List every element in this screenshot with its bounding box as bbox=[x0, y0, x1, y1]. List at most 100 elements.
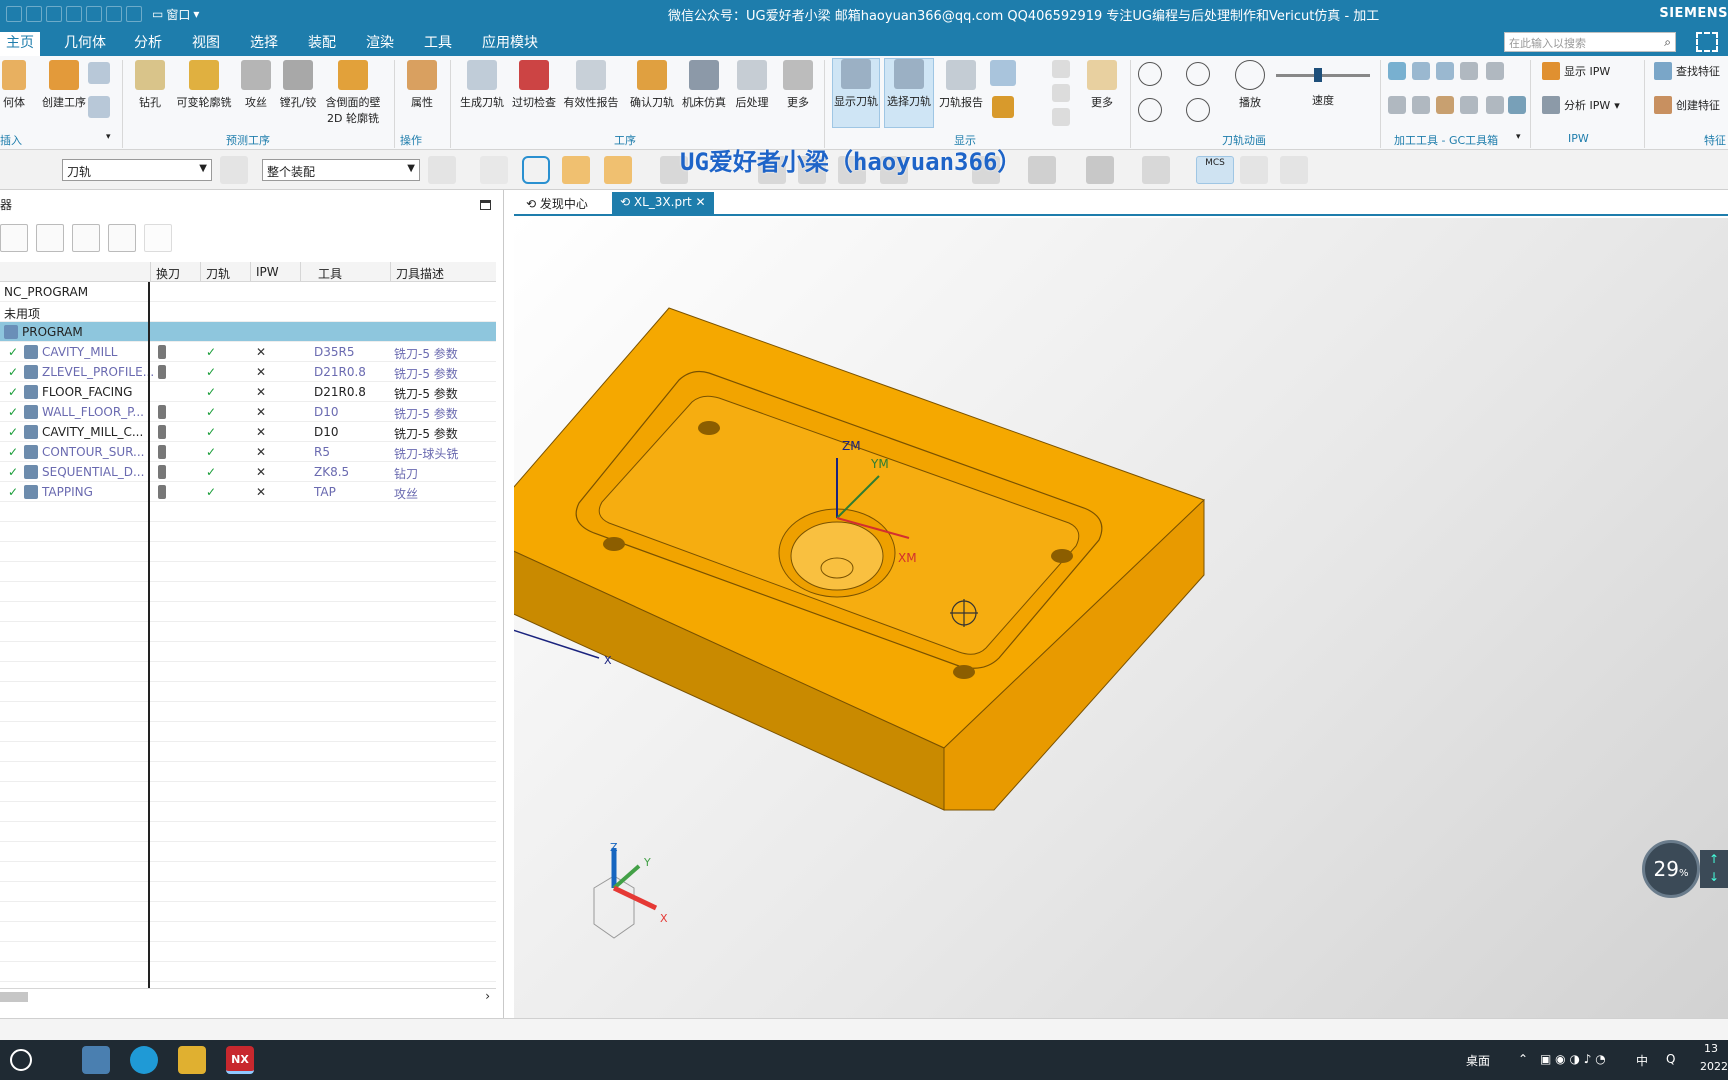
tab-geometry[interactable]: 几何体 bbox=[58, 32, 112, 54]
table-row[interactable]: ✓ CAVITY_MILL_C... ✓ ✕ D10 铣刀-5 参数 bbox=[0, 422, 496, 442]
horizontal-scrollbar[interactable]: › bbox=[0, 988, 496, 1004]
maximize-icon[interactable] bbox=[480, 200, 491, 210]
program-order-view-icon[interactable] bbox=[0, 224, 28, 252]
touch-mode-icon[interactable] bbox=[86, 6, 102, 22]
layer-icon[interactable] bbox=[1052, 84, 1070, 102]
table-row[interactable]: ✓ FLOOR_FACING ✓ ✕ D21R0.8 铣刀-5 参数 bbox=[0, 382, 496, 402]
graphics-viewport[interactable]: ZM YM XM Z X Z Y X bbox=[514, 218, 1728, 1018]
table-row[interactable]: ✓ CAVITY_MILL ✓ ✕ D35R5 铣刀-5 参数 bbox=[0, 342, 496, 362]
hide-object-icon[interactable] bbox=[1280, 156, 1308, 184]
table-row[interactable]: 未用项 bbox=[0, 302, 496, 322]
column-tool-description[interactable]: 刀具描述 bbox=[396, 265, 444, 282]
chevron-right-icon[interactable]: › bbox=[485, 989, 490, 1003]
select-face-icon[interactable] bbox=[604, 156, 632, 184]
speed-slider-handle[interactable] bbox=[1314, 68, 1322, 82]
gc-tool-3-icon[interactable] bbox=[1436, 62, 1454, 80]
filter-funnel-icon[interactable] bbox=[428, 156, 456, 184]
layer-settings-icon[interactable] bbox=[1142, 156, 1170, 184]
column-ipw[interactable]: IPW bbox=[256, 265, 279, 279]
chevron-down-icon[interactable]: ▾ bbox=[1516, 132, 1521, 142]
delete-item-icon[interactable] bbox=[144, 224, 172, 252]
find-feature-button[interactable]: 查找特征 bbox=[1654, 62, 1720, 80]
start-search-icon[interactable] bbox=[10, 1049, 32, 1071]
table-row[interactable]: ✓ ZLEVEL_PROFILE... ✓ ✕ D21R0.8 铣刀-5 参数 bbox=[0, 362, 496, 382]
column-tool-change[interactable]: 换刀 bbox=[156, 265, 180, 282]
undo-icon[interactable] bbox=[26, 6, 42, 22]
gc-tool-11-icon[interactable] bbox=[1508, 96, 1526, 114]
tool-display-icon[interactable] bbox=[992, 96, 1014, 118]
command-search-input[interactable]: 在此输入以搜索 ⌕ bbox=[1504, 32, 1676, 52]
validity-report-button[interactable]: 有效性报告 bbox=[562, 60, 620, 110]
geometry-button[interactable]: 何体 bbox=[0, 60, 28, 110]
gc-tool-7-icon[interactable] bbox=[1412, 96, 1430, 114]
calculator-icon[interactable] bbox=[82, 1046, 110, 1074]
type-filter-dropdown[interactable]: 刀轨 ▼ bbox=[62, 159, 212, 181]
new-item-icon[interactable] bbox=[108, 224, 136, 252]
tab-select[interactable]: 选择 bbox=[244, 32, 284, 54]
geometry-view-icon[interactable] bbox=[72, 224, 100, 252]
pause-icon[interactable] bbox=[1186, 62, 1210, 86]
tray-apps-icon[interactable]: ▣ ◉ ◑ ♪ ◔ bbox=[1540, 1052, 1606, 1066]
gc-tool-5-icon[interactable] bbox=[1486, 62, 1504, 80]
analyze-ipw-button[interactable]: 分析 IPW ▾ bbox=[1542, 96, 1620, 114]
fullscreen-icon[interactable] bbox=[1696, 32, 1718, 52]
table-row[interactable]: ✓ SEQUENTIAL_D... ✓ ✕ ZK8.5 钻刀 bbox=[0, 462, 496, 482]
verify-toolpath-button[interactable]: 确认刀轨 bbox=[628, 60, 676, 110]
tab-analysis[interactable]: 分析 bbox=[128, 32, 168, 54]
snap-point-icon[interactable] bbox=[480, 156, 508, 184]
table-row[interactable]: ✓ WALL_FLOOR_P... ✓ ✕ D10 铣刀-5 参数 bbox=[0, 402, 496, 422]
table-row[interactable]: NC_PROGRAM bbox=[0, 282, 496, 302]
gc-tool-9-icon[interactable] bbox=[1460, 96, 1478, 114]
create-tool-icon[interactable] bbox=[88, 62, 110, 84]
process-more-button[interactable]: 更多 bbox=[780, 60, 816, 110]
table-row[interactable]: ✓ TAPPING ✓ ✕ TAP 攻丝 bbox=[0, 482, 496, 502]
tab-tools[interactable]: 工具 bbox=[418, 32, 458, 54]
fast-forward-icon[interactable] bbox=[1186, 98, 1210, 122]
gc-tool-4-icon[interactable] bbox=[1460, 62, 1478, 80]
reset-filter-icon[interactable] bbox=[220, 156, 248, 184]
desktop-label[interactable]: 桌面 bbox=[1466, 1052, 1490, 1069]
machine-simulation-button[interactable]: 机床仿真 bbox=[680, 60, 728, 110]
table-row[interactable]: PROGRAM bbox=[0, 322, 496, 342]
toolpath-report-button[interactable]: 刀轨报告 bbox=[938, 60, 984, 110]
close-icon[interactable]: ✕ bbox=[696, 195, 706, 209]
wall-chamfer-2d-profile-button[interactable]: 含倒面的壁 2D 轮廓铣 bbox=[324, 60, 382, 126]
hexagon-select-icon[interactable] bbox=[522, 156, 550, 184]
display-ipw-toggle-icon[interactable] bbox=[990, 60, 1016, 86]
chevron-up-icon[interactable]: ⌃ bbox=[1518, 1052, 1528, 1066]
chevron-down-icon[interactable]: ▾ bbox=[106, 132, 111, 142]
play-button[interactable]: 播放 bbox=[1232, 60, 1268, 110]
tapping-button[interactable]: 攻丝 bbox=[240, 60, 272, 110]
zoom-stepper[interactable]: ↑ ↓ bbox=[1700, 850, 1728, 888]
tab-view[interactable]: 视图 bbox=[186, 32, 226, 54]
gc-tool-6-icon[interactable] bbox=[1388, 96, 1406, 114]
chevron-down-icon[interactable]: ▾ bbox=[1614, 99, 1620, 112]
scrollbar-thumb[interactable] bbox=[0, 992, 28, 1002]
select-body-icon[interactable] bbox=[562, 156, 590, 184]
generate-toolpath-button[interactable]: 生成刀轨 bbox=[458, 60, 506, 110]
save-icon[interactable] bbox=[6, 6, 22, 22]
create-method-icon[interactable] bbox=[88, 96, 110, 118]
section-view-icon[interactable] bbox=[1086, 156, 1114, 184]
mic-icon[interactable] bbox=[106, 6, 122, 22]
selection-scope-dropdown[interactable]: 整个装配 ▼ bbox=[262, 159, 420, 181]
mcs-toggle-button[interactable]: MCS bbox=[1196, 156, 1234, 184]
tab-discovery-center[interactable]: ⟲ 发现中心 bbox=[518, 192, 596, 214]
chevron-up-icon[interactable]: ↑ bbox=[1700, 850, 1728, 868]
speed-slider[interactable] bbox=[1276, 74, 1370, 77]
column-toolpath[interactable]: 刀轨 bbox=[206, 265, 230, 282]
nx-app-icon[interactable]: NX bbox=[226, 1046, 254, 1074]
drill-button[interactable]: 钻孔 bbox=[132, 60, 168, 110]
column-tool[interactable]: 工具 bbox=[318, 265, 342, 282]
step-back-icon[interactable] bbox=[1138, 62, 1162, 86]
window-menu[interactable]: ▭ 窗口 ▾ bbox=[152, 6, 199, 23]
tab-part-file[interactable]: ⟲ XL_3X.prt ✕ bbox=[612, 192, 714, 214]
rewind-icon[interactable] bbox=[1138, 98, 1162, 122]
variable-contour-button[interactable]: 可变轮廓铣 bbox=[172, 60, 236, 110]
tab-assembly[interactable]: 装配 bbox=[302, 32, 342, 54]
bore-ream-button[interactable]: 镗孔/铰 bbox=[276, 60, 320, 110]
create-feature-button[interactable]: 创建特征 bbox=[1654, 96, 1720, 114]
table-row[interactable]: ✓ CONTOUR_SUR... ✓ ✕ R5 铣刀-球头铣 bbox=[0, 442, 496, 462]
qq-icon[interactable]: Q bbox=[1666, 1052, 1675, 1066]
chevron-down-icon[interactable]: ↓ bbox=[1700, 868, 1728, 886]
